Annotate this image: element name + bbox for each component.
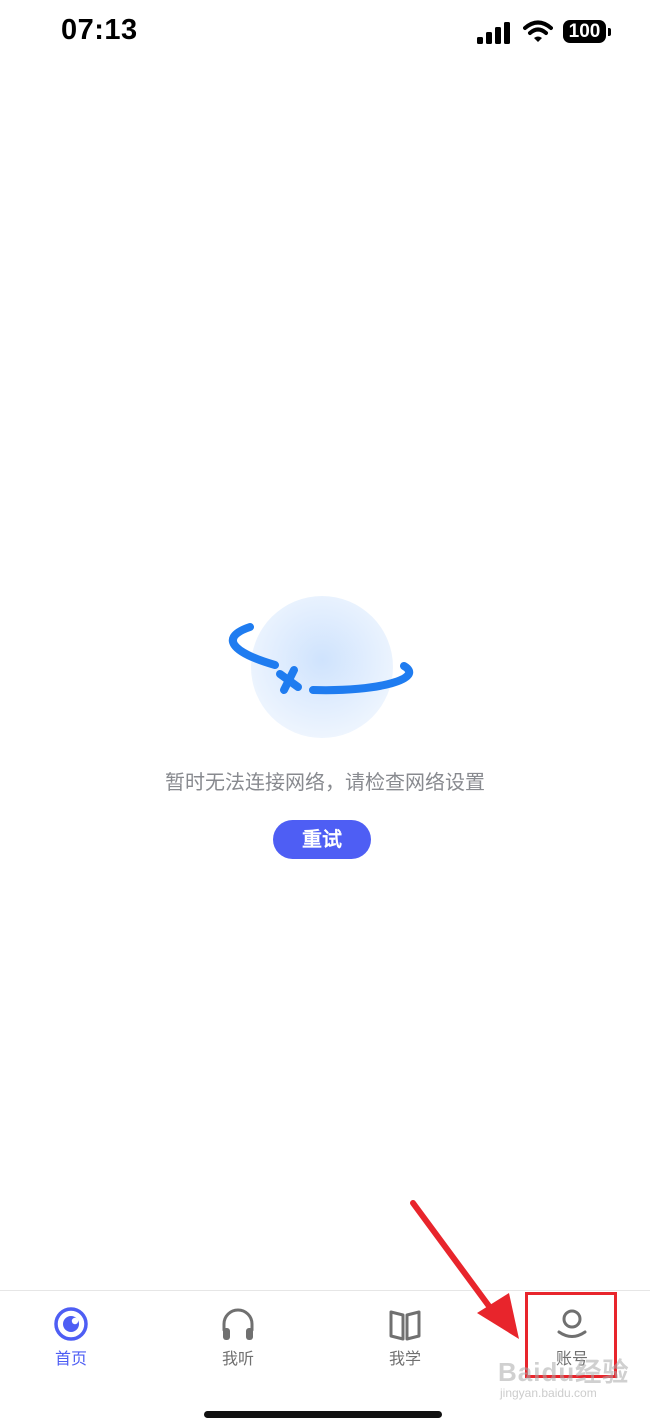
headphones-icon xyxy=(222,1308,254,1340)
watermark-url: jingyan.baidu.com xyxy=(500,1386,597,1400)
battery-icon: 100 xyxy=(563,20,613,44)
status-time: 07:13 xyxy=(61,14,138,46)
baidu-watermark: Baidu经验 jingyan.baidu.com xyxy=(498,1352,648,1412)
network-error-planet-icon xyxy=(228,596,414,738)
retry-button[interactable]: 重试 xyxy=(273,820,371,859)
tab-listen-label: 我听 xyxy=(221,1349,254,1368)
home-icon xyxy=(54,1307,88,1341)
tab-home[interactable]: 首页 xyxy=(26,1305,116,1375)
status-bar: 07:13 100 xyxy=(0,0,650,64)
tab-learn-label: 我学 xyxy=(388,1349,421,1368)
battery-level: 100 xyxy=(568,21,601,42)
tab-home-label: 首页 xyxy=(54,1349,87,1368)
annotation-arrow-icon xyxy=(410,1200,519,1339)
error-message: 暂时无法连接网络，请检查网络设置 xyxy=(165,770,485,794)
cellular-signal-icon xyxy=(477,22,510,44)
tab-listen[interactable]: 我听 xyxy=(193,1305,283,1375)
wifi-icon xyxy=(523,20,553,42)
home-indicator[interactable] xyxy=(204,1411,442,1418)
watermark-logo: Baidu经验 xyxy=(498,1357,630,1387)
